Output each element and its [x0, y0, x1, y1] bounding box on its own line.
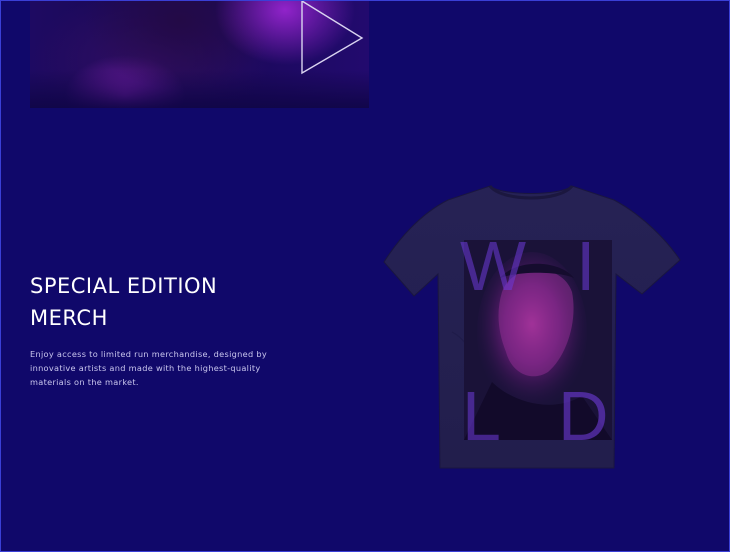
- heading-line-2: MERCH: [30, 306, 108, 330]
- play-icon: [301, 0, 364, 75]
- tshirt-image: W I L D: [382, 182, 682, 472]
- print-letter-l: L: [462, 377, 501, 455]
- play-button[interactable]: [298, 0, 366, 76]
- section-description: Enjoy access to limited run merchandise,…: [30, 349, 268, 387]
- heading-line-1: SPECIAL EDITION: [30, 274, 218, 298]
- section-heading: SPECIAL EDITION MERCH: [30, 270, 290, 334]
- video-thumbnail[interactable]: [30, 0, 369, 108]
- print-letter-w: W: [460, 227, 526, 305]
- print-letter-i: I: [576, 227, 595, 305]
- print-letter-d: D: [558, 377, 609, 455]
